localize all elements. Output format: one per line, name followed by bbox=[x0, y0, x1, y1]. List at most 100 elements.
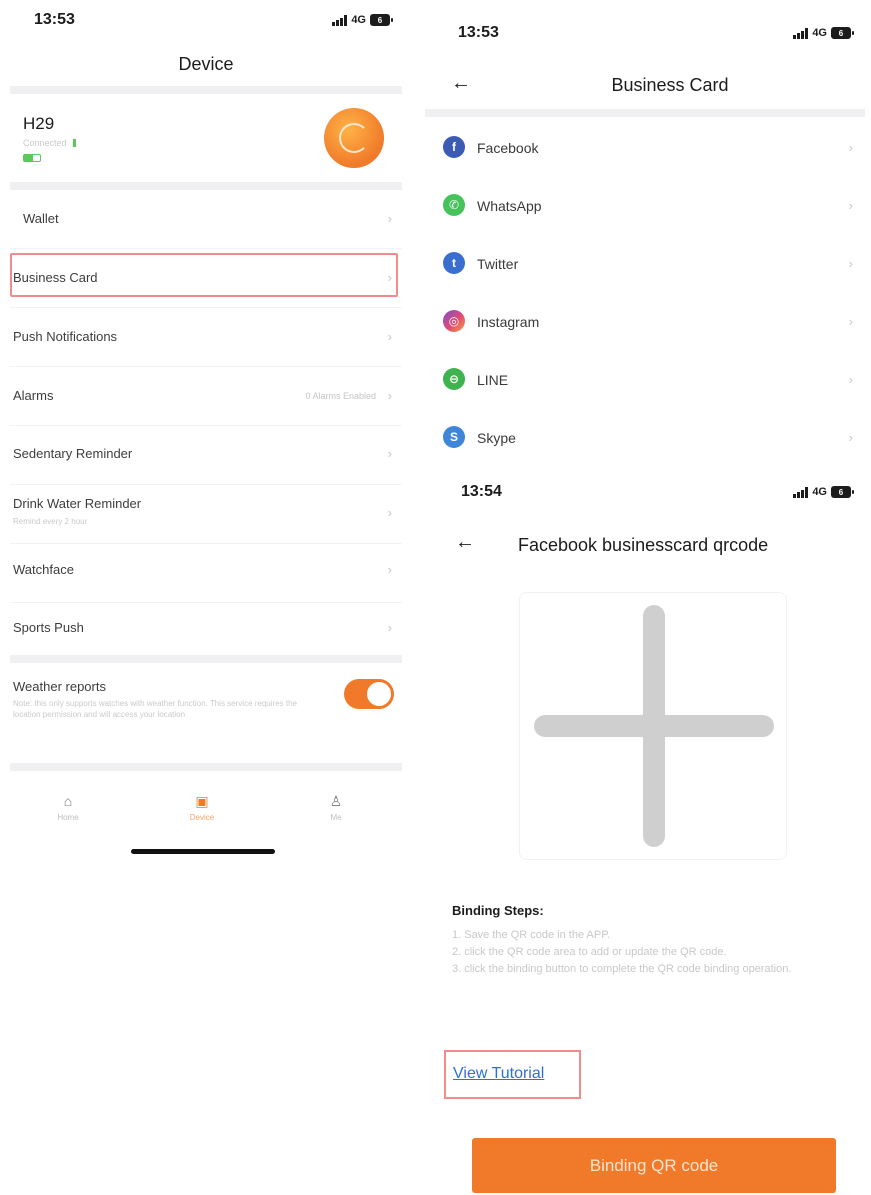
menu-item-push-notifications[interactable]: Push Notifications › bbox=[10, 308, 402, 366]
menu-item-sedentary-reminder[interactable]: Sedentary Reminder › bbox=[10, 426, 402, 484]
chevron-right-icon: › bbox=[848, 430, 853, 445]
menu-item-sports-push[interactable]: Sports Push › bbox=[10, 603, 402, 655]
device-card[interactable]: H29 Connected bbox=[10, 94, 402, 182]
status-time: 13:53 bbox=[458, 24, 499, 41]
social-item-line[interactable]: ⊖ LINE › bbox=[425, 352, 865, 410]
chevron-right-icon: › bbox=[387, 446, 392, 461]
menu-item-wallet[interactable]: Wallet › bbox=[10, 190, 402, 248]
battery-level: 6 bbox=[838, 487, 844, 497]
facebook-icon: f bbox=[443, 136, 465, 158]
watch-icon: ▣ bbox=[195, 793, 209, 809]
weather-reports-row: Weather reports Note: this only supports… bbox=[10, 663, 402, 763]
social-item-skype[interactable]: S Skype › bbox=[425, 410, 865, 468]
binding-steps-list: 1. Save the QR code in the APP. 2. click… bbox=[452, 927, 822, 978]
menu-item-drink-water-reminder[interactable]: Drink Water Reminder Remind every 2 hour… bbox=[10, 485, 402, 543]
qrcode-screen: 13:54 4G 6 ← Facebook businesscard qrcod… bbox=[425, 472, 865, 1195]
tab-label: Device bbox=[189, 813, 215, 822]
network-label: 4G bbox=[812, 486, 827, 498]
connection-status: Connected bbox=[23, 138, 67, 148]
menu-item-label: Business Card bbox=[13, 270, 98, 285]
view-tutorial-link[interactable]: View Tutorial bbox=[453, 1065, 544, 1083]
menu-item-label: Push Notifications bbox=[13, 329, 118, 344]
binding-step: 2. click the QR code area to add or upda… bbox=[452, 946, 727, 958]
divider bbox=[10, 763, 402, 771]
signal-icon bbox=[793, 27, 809, 39]
social-item-label: LINE bbox=[477, 372, 509, 388]
status-time: 13:53 bbox=[34, 11, 75, 28]
social-item-label: WhatsApp bbox=[477, 198, 542, 214]
tab-label: Home bbox=[57, 813, 79, 822]
battery-icon: 6 bbox=[370, 14, 393, 26]
page-title: Business Card bbox=[611, 75, 729, 95]
home-indicator bbox=[131, 849, 275, 854]
weather-label: Weather reports bbox=[13, 679, 106, 694]
qrcode-upload-area[interactable] bbox=[519, 592, 787, 860]
alarms-count: 0 Alarms Enabled bbox=[305, 391, 376, 401]
menu-item-business-card[interactable]: Business Card › bbox=[10, 249, 402, 307]
battery-icon: 6 bbox=[831, 486, 854, 498]
tab-me[interactable]: ♙ Me bbox=[296, 793, 376, 822]
social-item-label: Twitter bbox=[477, 256, 519, 272]
binding-step: 3. click the binding button to complete … bbox=[452, 963, 792, 975]
chevron-right-icon: › bbox=[387, 562, 392, 577]
binding-qr-button-label: Binding QR code bbox=[589, 1155, 719, 1175]
tab-home[interactable]: ⌂ Home bbox=[28, 793, 108, 822]
social-item-twitter[interactable]: t Twitter › bbox=[425, 236, 865, 294]
divider bbox=[10, 182, 402, 190]
page-title: Device bbox=[178, 54, 234, 74]
connected-indicator bbox=[72, 139, 76, 147]
home-icon: ⌂ bbox=[63, 793, 73, 809]
binding-qr-button[interactable]: Binding QR code bbox=[472, 1138, 836, 1193]
weather-toggle[interactable] bbox=[344, 679, 394, 709]
social-item-label: Instagram bbox=[477, 314, 540, 330]
chevron-right-icon: › bbox=[848, 372, 853, 387]
business-card-screen: 13:53 4G 6 ← Business Card f Facebook › … bbox=[425, 14, 865, 470]
device-name: H29 bbox=[23, 114, 55, 133]
chevron-right-icon: › bbox=[387, 505, 392, 520]
weather-description: Note: this only supports watches with we… bbox=[13, 699, 297, 719]
menu-item-label: Sports Push bbox=[13, 620, 84, 635]
binding-step: 1. Save the QR code in the APP. bbox=[452, 929, 611, 941]
chevron-right-icon: › bbox=[848, 256, 853, 271]
network-label: 4G bbox=[812, 27, 827, 39]
battery-level: 6 bbox=[838, 28, 844, 38]
menu-item-label: Watchface bbox=[13, 562, 74, 577]
battery-icon: 6 bbox=[831, 27, 854, 39]
person-icon: ♙ bbox=[329, 793, 343, 809]
social-item-instagram[interactable]: ◎ Instagram › bbox=[425, 294, 865, 352]
tab-device[interactable]: ▣ Device bbox=[162, 793, 242, 822]
chevron-right-icon: › bbox=[387, 270, 392, 285]
signal-icon bbox=[793, 486, 809, 498]
back-arrow-icon[interactable]: ← bbox=[455, 531, 475, 554]
chevron-right-icon: › bbox=[848, 314, 853, 329]
status-bar: 13:53 4G 6 bbox=[10, 6, 402, 36]
device-battery-icon bbox=[23, 154, 41, 162]
social-item-label: Facebook bbox=[477, 140, 539, 156]
status-time: 13:54 bbox=[461, 483, 502, 500]
chevron-right-icon: › bbox=[387, 388, 392, 403]
social-item-facebook[interactable]: f Facebook › bbox=[425, 120, 865, 178]
social-item-whatsapp[interactable]: ✆ WhatsApp › bbox=[425, 178, 865, 236]
network-label: 4G bbox=[351, 14, 366, 26]
chevron-right-icon: › bbox=[387, 329, 392, 344]
binding-steps-title: Binding Steps: bbox=[452, 903, 544, 918]
page-title: Facebook businesscard qrcode bbox=[518, 535, 769, 555]
chevron-right-icon: › bbox=[848, 140, 853, 155]
menu-item-label: Alarms bbox=[13, 388, 54, 403]
chevron-right-icon: › bbox=[387, 211, 392, 226]
back-arrow-icon[interactable]: ← bbox=[451, 72, 471, 95]
chevron-right-icon: › bbox=[387, 620, 392, 635]
whatsapp-icon: ✆ bbox=[443, 194, 465, 216]
twitter-icon: t bbox=[443, 252, 465, 274]
status-bar: 13:53 4G 6 bbox=[425, 20, 865, 50]
chevron-right-icon: › bbox=[848, 198, 853, 213]
instagram-icon: ◎ bbox=[443, 310, 465, 332]
menu-item-watchface[interactable]: Watchface › bbox=[10, 544, 402, 602]
menu-item-alarms[interactable]: Alarms 0 Alarms Enabled › bbox=[10, 367, 402, 425]
line-icon: ⊖ bbox=[443, 368, 465, 390]
menu-item-label: Sedentary Reminder bbox=[13, 446, 133, 461]
watch-icon bbox=[324, 108, 384, 168]
battery-level: 6 bbox=[377, 15, 383, 25]
divider bbox=[10, 655, 402, 663]
skype-icon: S bbox=[443, 426, 465, 448]
